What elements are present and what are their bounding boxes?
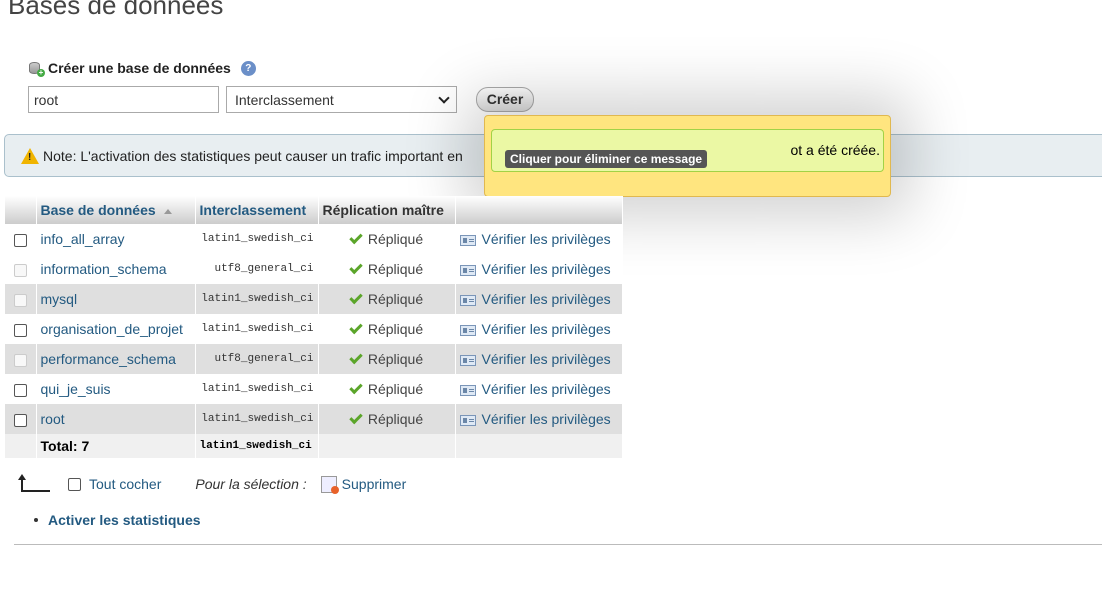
check-privileges-link[interactable]: Vérifier les privilèges: [459, 321, 611, 337]
check-all-control[interactable]: Tout cocher: [68, 476, 161, 492]
database-add-icon: +: [28, 60, 45, 77]
header-collation[interactable]: Interclassement: [195, 196, 319, 224]
enable-statistics-link[interactable]: Activer les statistiques: [48, 512, 201, 528]
row-checkbox[interactable]: [13, 413, 27, 427]
check-icon: [349, 290, 363, 305]
table-row: organisation_de_projet latin1_swedish_ci…: [5, 314, 623, 344]
row-checkbox-disabled: [13, 263, 27, 277]
total-collation: latin1_swedish_ci: [195, 434, 319, 458]
delete-button[interactable]: Supprimer: [320, 475, 407, 494]
header-database-name[interactable]: Base de données: [36, 196, 196, 224]
collation-cell: utf8_general_ci: [195, 254, 319, 284]
table-row: performance_schema utf8_general_ci Répli…: [5, 344, 623, 374]
check-all-checkbox[interactable]: [68, 477, 81, 491]
database-name-input[interactable]: [28, 86, 219, 113]
with-selected-label: Pour la sélection :: [195, 476, 307, 492]
replication-status: Répliqué: [367, 291, 424, 307]
collation-select-value: Interclassement: [235, 91, 334, 108]
replication-status: Répliqué: [367, 261, 424, 277]
database-link[interactable]: organisation_de_projet: [41, 321, 183, 337]
dismiss-tooltip: Cliquer pour éliminer ce message: [505, 150, 708, 168]
help-icon[interactable]: ?: [240, 60, 256, 76]
table-total-row: Total: 7 latin1_swedish_ci: [5, 434, 623, 458]
replication-status: Répliqué: [367, 231, 424, 247]
check-icon: [349, 320, 363, 335]
table-row: root latin1_swedish_ci Répliqué Vérifier…: [5, 404, 623, 434]
collation-cell: latin1_swedish_ci: [195, 224, 319, 254]
sort-by-collation-link[interactable]: Interclassement: [200, 202, 307, 218]
collation-cell: latin1_swedish_ci: [195, 314, 319, 344]
privileges-icon: [459, 354, 476, 366]
privileges-icon: [459, 384, 476, 396]
table-row: information_schema utf8_general_ci Répli…: [5, 254, 623, 284]
row-checkbox-disabled: [13, 353, 27, 367]
enable-statistics-item: Activer les statistiques: [34, 512, 201, 528]
delete-label[interactable]: Supprimer: [342, 476, 407, 492]
check-privileges-link[interactable]: Vérifier les privilèges: [459, 411, 611, 427]
note-text: Note: L'activation des statistiques peut…: [43, 147, 463, 164]
check-icon: [349, 230, 363, 245]
check-all-label[interactable]: Tout cocher: [89, 476, 161, 492]
chevron-down-icon: [438, 91, 450, 104]
database-link[interactable]: root: [41, 411, 65, 427]
delete-icon: [320, 475, 339, 494]
notification-popup[interactable]: ot a été créée. Cliquer pour éliminer ce…: [484, 115, 891, 197]
replication-status: Répliqué: [367, 411, 424, 427]
create-database-legend: + Créer une base de données ?: [28, 60, 256, 77]
check-icon: [349, 350, 363, 365]
sort-asc-icon: [163, 208, 172, 214]
database-link[interactable]: mysql: [41, 291, 78, 307]
table-row: mysql latin1_swedish_ci Répliqué Vérifie…: [5, 284, 623, 314]
collation-cell: utf8_general_ci: [195, 344, 319, 374]
header-checkbox-cell: [5, 196, 37, 224]
page-title: Bases de données: [8, 0, 224, 20]
check-privileges-link[interactable]: Vérifier les privilèges: [459, 381, 611, 397]
table-header-row: Base de données Interclassement Réplicat…: [5, 196, 623, 224]
privileges-icon: [459, 264, 476, 276]
collation-cell: latin1_swedish_ci: [195, 404, 319, 434]
collation-cell: latin1_swedish_ci: [195, 284, 319, 314]
create-database-label: Créer une base de données: [48, 60, 231, 76]
collation-select[interactable]: Interclassement: [226, 86, 457, 113]
privileges-icon: [459, 234, 476, 246]
table-row: info_all_array latin1_swedish_ci Répliqu…: [5, 224, 623, 254]
check-privileges-link[interactable]: Vérifier les privilèges: [459, 261, 611, 277]
bullet: [34, 518, 38, 522]
warning-icon: !: [21, 147, 39, 164]
header-actions: [455, 196, 623, 224]
database-link[interactable]: info_all_array: [41, 231, 125, 247]
database-link[interactable]: information_schema: [41, 261, 167, 277]
privileges-icon: [459, 414, 476, 426]
check-privileges-link[interactable]: Vérifier les privilèges: [459, 291, 611, 307]
row-checkbox[interactable]: [13, 233, 27, 247]
privileges-icon: [459, 294, 476, 306]
row-checkbox-disabled: [13, 293, 27, 307]
success-message-box[interactable]: ot a été créée. Cliquer pour éliminer ce…: [491, 129, 884, 172]
replication-status: Répliqué: [367, 351, 424, 367]
divider: [14, 544, 1102, 545]
replication-status: Répliqué: [367, 321, 424, 337]
collation-cell: latin1_swedish_ci: [195, 374, 319, 404]
arrow-up-icon: [18, 474, 50, 494]
check-icon: [349, 260, 363, 275]
sort-by-name-link[interactable]: Base de données: [41, 202, 156, 218]
privileges-icon: [459, 324, 476, 336]
header-replication: Réplication maître: [318, 196, 456, 224]
databases-table: Base de données Interclassement Réplicat…: [5, 196, 623, 458]
replication-status: Répliqué: [367, 381, 424, 397]
check-privileges-link[interactable]: Vérifier les privilèges: [459, 351, 611, 367]
bulk-actions-bar: Tout cocher Pour la sélection : Supprime…: [18, 474, 406, 494]
total-count: Total: 7: [36, 434, 196, 458]
check-privileges-link[interactable]: Vérifier les privilèges: [459, 231, 611, 247]
check-icon: [349, 410, 363, 425]
row-checkbox[interactable]: [13, 323, 27, 337]
check-icon: [349, 380, 363, 395]
table-row: qui_je_suis latin1_swedish_ci Répliqué V…: [5, 374, 623, 404]
create-button[interactable]: Créer: [476, 87, 534, 112]
row-checkbox[interactable]: [13, 383, 27, 397]
database-link[interactable]: performance_schema: [41, 351, 176, 367]
database-link[interactable]: qui_je_suis: [41, 381, 111, 397]
